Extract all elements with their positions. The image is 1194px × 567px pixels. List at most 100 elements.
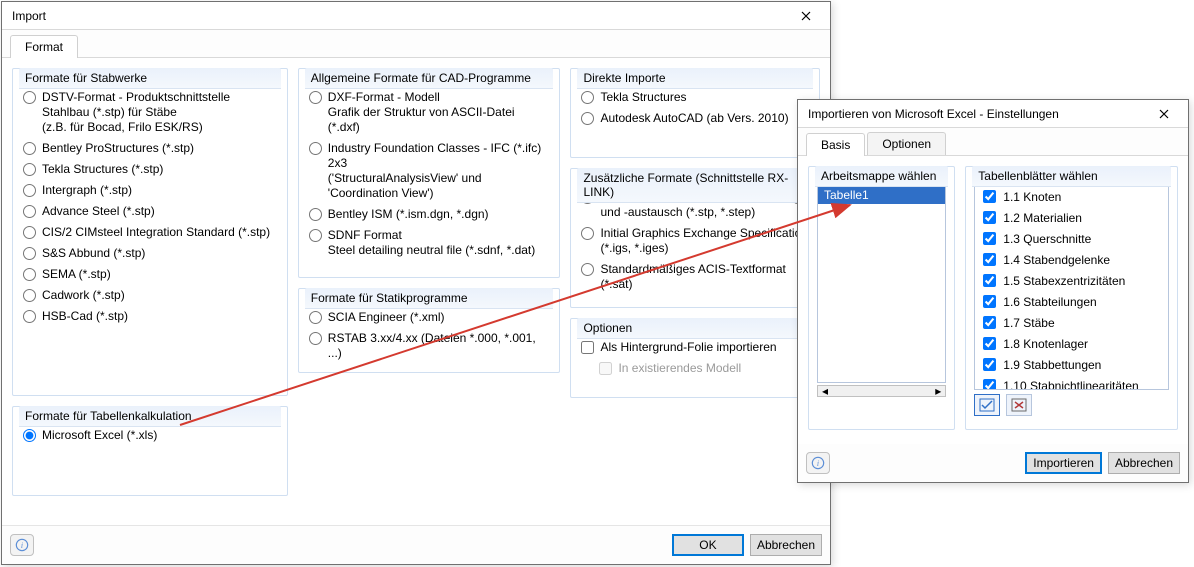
radio-rxlink-input-2[interactable] bbox=[581, 263, 594, 276]
cancel-button[interactable]: Abbrechen bbox=[750, 534, 822, 556]
sheet-check-2[interactable] bbox=[983, 232, 996, 245]
cancel-button[interactable]: Abbrechen bbox=[1108, 452, 1180, 474]
radio-rxlink-2[interactable]: Standardmäßiges ACIS-Textformat (*.sat) bbox=[579, 259, 811, 295]
radio-cad-0[interactable]: DXF-Format - ModellGrafik der Struktur v… bbox=[307, 87, 552, 138]
radio-statik-input-0[interactable] bbox=[309, 311, 322, 324]
legend-sheets: Tabellenblätter wählen bbox=[972, 166, 1171, 187]
radio-microsoft-excel[interactable]: Microsoft Excel (*.xls) bbox=[21, 425, 279, 446]
sheet-check-1[interactable] bbox=[983, 211, 996, 224]
sheet-check-9[interactable] bbox=[983, 379, 996, 389]
scroll-right-icon[interactable]: ▸ bbox=[931, 386, 945, 396]
radio-statik-input-1[interactable] bbox=[309, 332, 322, 345]
sheet-check-4[interactable] bbox=[983, 274, 996, 287]
radio-stabwerke-label-2: Tekla Structures (*.stp) bbox=[42, 162, 163, 176]
deselect-all-icon[interactable] bbox=[1006, 394, 1032, 416]
workbook-listbox[interactable]: Tabelle1 bbox=[817, 185, 946, 383]
sheet-check-6[interactable] bbox=[983, 316, 996, 329]
help-icon[interactable]: i bbox=[10, 534, 34, 556]
close-icon[interactable] bbox=[788, 5, 824, 27]
radio-direkt-label-1: Autodesk AutoCAD (ab Vers. 2010) bbox=[600, 111, 788, 125]
close-icon[interactable] bbox=[1146, 103, 1182, 125]
check-existierendes-label: In existierendes Modell bbox=[618, 361, 741, 376]
check-existierendes-input bbox=[599, 362, 612, 375]
radio-direkt-input-1[interactable] bbox=[581, 112, 594, 125]
radio-stabwerke-input-0[interactable] bbox=[23, 91, 36, 104]
sheet-check-7[interactable] bbox=[983, 337, 996, 350]
radio-cad-input-3[interactable] bbox=[309, 229, 322, 242]
radio-stabwerke-input-6[interactable] bbox=[23, 247, 36, 260]
workbook-item[interactable]: Tabelle1 bbox=[818, 186, 945, 204]
radio-direkt-0[interactable]: Tekla Structures bbox=[579, 87, 811, 108]
radio-stabwerke-8[interactable]: Cadwork (*.stp) bbox=[21, 285, 279, 306]
radio-statik-1[interactable]: RSTAB 3.xx/4.xx (Dateien *.000, *.001, .… bbox=[307, 328, 552, 364]
sheet-label-6: 1.7 Stäbe bbox=[1003, 316, 1054, 330]
sheet-row-6[interactable]: 1.7 Stäbe bbox=[975, 312, 1168, 333]
radio-rxlink-label-1: Initial Graphics Exchange Specification … bbox=[600, 226, 807, 255]
check-hintergrund[interactable]: Als Hintergrund-Folie importieren bbox=[579, 337, 811, 358]
sheet-row-3[interactable]: 1.4 Stabendgelenke bbox=[975, 249, 1168, 270]
radio-rxlink-1[interactable]: Initial Graphics Exchange Specification … bbox=[579, 223, 811, 259]
legend-tabellenkalk: Formate für Tabellenkalkulation bbox=[19, 406, 281, 427]
radio-stabwerke-9[interactable]: HSB-Cad (*.stp) bbox=[21, 306, 279, 327]
radio-stabwerke-input-3[interactable] bbox=[23, 184, 36, 197]
group-optionen: Optionen Als Hintergrund-Folie importier… bbox=[570, 318, 820, 398]
sheet-row-5[interactable]: 1.6 Stabteilungen bbox=[975, 291, 1168, 312]
legend-stabwerke: Formate für Stabwerke bbox=[19, 68, 281, 89]
sheets-checklist[interactable]: 1.1 Knoten1.2 Materialien1.3 Querschnitt… bbox=[974, 185, 1169, 390]
sheet-row-1[interactable]: 1.2 Materialien bbox=[975, 207, 1168, 228]
sheet-check-3[interactable] bbox=[983, 253, 996, 266]
select-all-icon[interactable] bbox=[974, 394, 1000, 416]
radio-stabwerke-input-5[interactable] bbox=[23, 226, 36, 239]
sheet-check-0[interactable] bbox=[983, 190, 996, 203]
radio-stabwerke-5[interactable]: CIS/2 CIMsteel Integration Standard (*.s… bbox=[21, 222, 279, 243]
sheet-row-2[interactable]: 1.3 Querschnitte bbox=[975, 228, 1168, 249]
radio-stabwerke-6[interactable]: S&S Abbund (*.stp) bbox=[21, 243, 279, 264]
radio-direkt-1[interactable]: Autodesk AutoCAD (ab Vers. 2010) bbox=[579, 108, 811, 129]
sheet-row-7[interactable]: 1.8 Knotenlager bbox=[975, 333, 1168, 354]
scroll-left-icon[interactable]: ◂ bbox=[818, 386, 832, 396]
radio-stabwerke-label-4: Advance Steel (*.stp) bbox=[42, 204, 155, 218]
check-hintergrund-label: Als Hintergrund-Folie importieren bbox=[600, 340, 776, 355]
radio-stabwerke-input-4[interactable] bbox=[23, 205, 36, 218]
sheet-row-9[interactable]: 1.10 Stabnichtlinearitäten bbox=[975, 375, 1168, 389]
radio-stabwerke-7[interactable]: SEMA (*.stp) bbox=[21, 264, 279, 285]
radio-stabwerke-0[interactable]: DSTV-Format - Produktschnittstelle Stahl… bbox=[21, 87, 279, 138]
radio-cad-input-1[interactable] bbox=[309, 142, 322, 155]
radio-stabwerke-label-8: Cadwork (*.stp) bbox=[42, 288, 125, 302]
sheet-row-8[interactable]: 1.9 Stabbettungen bbox=[975, 354, 1168, 375]
radio-cad-input-2[interactable] bbox=[309, 208, 322, 221]
radio-stabwerke-4[interactable]: Advance Steel (*.stp) bbox=[21, 201, 279, 222]
radio-stabwerke-input-2[interactable] bbox=[23, 163, 36, 176]
sheet-label-3: 1.4 Stabendgelenke bbox=[1003, 253, 1110, 267]
radio-cad-1[interactable]: Industry Foundation Classes - IFC (*.ifc… bbox=[307, 138, 552, 204]
horizontal-scrollbar[interactable]: ◂ ▸ bbox=[817, 385, 946, 397]
radio-excel-input[interactable] bbox=[23, 429, 36, 442]
sheet-row-4[interactable]: 1.5 Stabexzentrizitäten bbox=[975, 270, 1168, 291]
radio-cad-sub-1: ('StructuralAnalysisView' und 'Coordinat… bbox=[328, 171, 550, 201]
tab-format[interactable]: Format bbox=[10, 35, 78, 58]
radio-stabwerke-input-1[interactable] bbox=[23, 142, 36, 155]
radio-cad-3[interactable]: SDNF FormatSteel detailing neutral file … bbox=[307, 225, 552, 261]
radio-stabwerke-input-7[interactable] bbox=[23, 268, 36, 281]
radio-stabwerke-1[interactable]: Bentley ProStructures (*.stp) bbox=[21, 138, 279, 159]
radio-stabwerke-3[interactable]: Intergraph (*.stp) bbox=[21, 180, 279, 201]
tab-basis[interactable]: Basis bbox=[806, 133, 865, 156]
radio-direkt-input-0[interactable] bbox=[581, 91, 594, 104]
radio-rxlink-input-1[interactable] bbox=[581, 227, 594, 240]
import-button[interactable]: Importieren bbox=[1025, 452, 1102, 474]
sheet-row-0[interactable]: 1.1 Knoten bbox=[975, 186, 1168, 207]
radio-cad-input-0[interactable] bbox=[309, 91, 322, 104]
help-icon[interactable]: i bbox=[806, 452, 830, 474]
sheet-check-8[interactable] bbox=[983, 358, 996, 371]
radio-statik-0[interactable]: SCIA Engineer (*.xml) bbox=[307, 307, 552, 328]
sheet-check-5[interactable] bbox=[983, 295, 996, 308]
check-existierendes-modell: In existierendes Modell bbox=[579, 358, 811, 379]
radio-stabwerke-input-8[interactable] bbox=[23, 289, 36, 302]
check-hintergrund-input[interactable] bbox=[581, 341, 594, 354]
radio-cad-2[interactable]: Bentley ISM (*.ism.dgn, *.dgn) bbox=[307, 204, 552, 225]
tab-optionen[interactable]: Optionen bbox=[867, 132, 946, 155]
radio-stabwerke-input-9[interactable] bbox=[23, 310, 36, 323]
radio-stabwerke-2[interactable]: Tekla Structures (*.stp) bbox=[21, 159, 279, 180]
ok-button[interactable]: OK bbox=[672, 534, 744, 556]
settings-tabs: Basis Optionen bbox=[798, 128, 1188, 156]
